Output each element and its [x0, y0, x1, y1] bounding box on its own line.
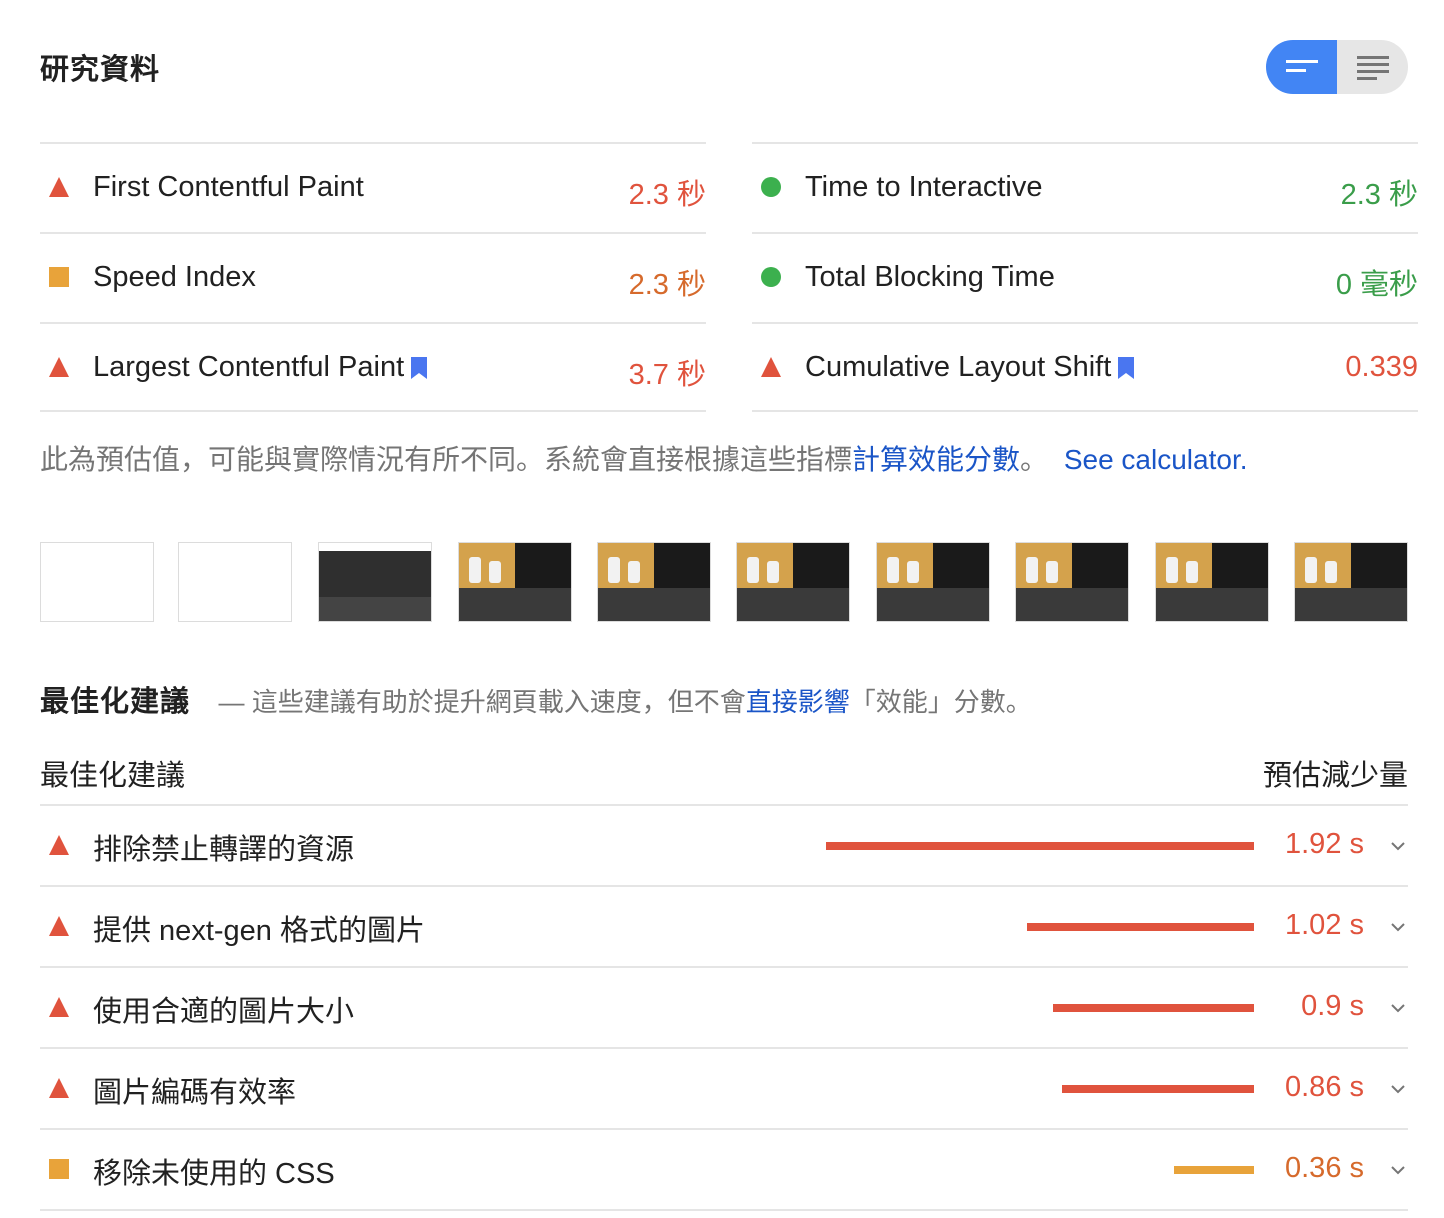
- metric-value: 2.3 秒: [628, 269, 706, 301]
- savings-value: 0.86 s: [1285, 1071, 1364, 1103]
- metrics-column-left: First Contentful Paint 2.3 秒 Speed Index…: [40, 142, 706, 412]
- savings-bar: [1174, 1166, 1254, 1174]
- metric-value: 0 毫秒: [1335, 269, 1418, 301]
- metric-value: 2.3 秒: [1340, 179, 1418, 211]
- filmstrip: [40, 542, 1408, 622]
- metric-row: Total Blocking Time 0 毫秒: [752, 232, 1418, 322]
- opportunity-row[interactable]: 移除未使用的 CSS 0.36 s: [40, 1130, 1408, 1211]
- direct-impact-link[interactable]: 直接影響: [746, 687, 850, 717]
- metric-value: 2.3 秒: [628, 179, 706, 211]
- metric-row: Time to Interactive 2.3 秒: [752, 142, 1418, 232]
- opportunity-row[interactable]: 圖片編碼有效率 0.86 s: [40, 1049, 1408, 1130]
- see-calculator-link[interactable]: See calculator.: [1064, 444, 1248, 475]
- opportunity-row[interactable]: 使用合適的圖片大小 0.9 s: [40, 968, 1408, 1049]
- column-header-savings: 預估減少量: [1262, 760, 1408, 792]
- opportunity-title: 移除未使用的 CSS: [93, 1158, 335, 1190]
- green-circle-icon: [761, 177, 781, 197]
- filmstrip-frame-dark: [318, 542, 432, 622]
- metric-row: Largest Contentful Paint 3.7 秒: [40, 322, 706, 412]
- red-triangle-icon: [49, 1078, 69, 1098]
- savings-value: 1.02 s: [1285, 909, 1364, 941]
- opportunity-title: 提供 next-gen 格式的圖片: [93, 915, 425, 947]
- red-triangle-icon: [49, 997, 69, 1017]
- filmstrip-frame-blank: [178, 542, 292, 622]
- red-triangle-icon: [49, 177, 69, 197]
- score-calculation-link[interactable]: 計算效能分數: [852, 444, 1020, 475]
- green-circle-icon: [761, 267, 781, 287]
- opportunities-table-header: 最佳化建議 預估減少量: [40, 750, 1408, 806]
- opportunities-list: 排除禁止轉譯的資源 1.92 s 提供 next-gen 格式的圖片 1.02 …: [40, 806, 1408, 1211]
- chevron-down-icon[interactable]: [1388, 1160, 1408, 1180]
- short-lines-icon: [1285, 60, 1318, 72]
- chevron-down-icon[interactable]: [1388, 998, 1408, 1018]
- opportunities-header: 最佳化建議 — 這些建議有助於提升網頁載入速度，但不會直接影響「效能」分數。: [40, 678, 1032, 720]
- metric-name: Cumulative Layout Shift: [805, 351, 1135, 384]
- savings-value: 1.92 s: [1285, 828, 1364, 860]
- red-triangle-icon: [49, 357, 69, 377]
- metric-name: First Contentful Paint: [93, 171, 364, 203]
- bookmark-icon[interactable]: [410, 356, 428, 380]
- orange-square-icon: [49, 1159, 69, 1179]
- view-toggle[interactable]: [1266, 40, 1408, 94]
- savings-bar: [1053, 1004, 1254, 1012]
- metric-value: 3.7 秒: [628, 359, 706, 391]
- note-suffix: 。: [1020, 444, 1049, 475]
- metric-name: Total Blocking Time: [805, 261, 1055, 293]
- metrics-grid: First Contentful Paint 2.3 秒 Speed Index…: [40, 142, 1418, 412]
- red-triangle-icon: [49, 916, 69, 936]
- savings-value: 0.36 s: [1285, 1152, 1364, 1184]
- filmstrip-frame: [1015, 542, 1129, 622]
- savings-bar: [826, 842, 1254, 850]
- metric-name: Speed Index: [93, 261, 256, 293]
- section-header: 研究資料: [40, 40, 1408, 94]
- estimate-note: 此為預估值，可能與實際情況有所不同。系統會直接根據這些指標計算效能分數。 See…: [40, 438, 1248, 478]
- filmstrip-frame-blank: [40, 542, 154, 622]
- chevron-down-icon[interactable]: [1388, 836, 1408, 856]
- red-triangle-icon: [761, 357, 781, 377]
- bookmark-icon[interactable]: [1117, 356, 1135, 380]
- opportunities-description: — 這些建議有助於提升網頁載入速度，但不會直接影響「效能」分數。: [218, 687, 1032, 717]
- metric-row: Speed Index 2.3 秒: [40, 232, 706, 322]
- metrics-column-right: Time to Interactive 2.3 秒 Total Blocking…: [752, 142, 1418, 412]
- filmstrip-frame: [876, 542, 990, 622]
- column-header-opportunity: 最佳化建議: [40, 760, 186, 792]
- chevron-down-icon[interactable]: [1388, 917, 1408, 937]
- filmstrip-frame: [736, 542, 850, 622]
- list-lines-icon: [1356, 56, 1389, 80]
- opportunity-row[interactable]: 排除禁止轉譯的資源 1.92 s: [40, 806, 1408, 887]
- note-text: 此為預估值，可能與實際情況有所不同。系統會直接根據這些指標: [40, 444, 853, 475]
- savings-value: 0.9 s: [1301, 990, 1364, 1022]
- opportunity-title: 使用合適的圖片大小: [93, 996, 355, 1028]
- opportunity-row[interactable]: 提供 next-gen 格式的圖片 1.02 s: [40, 887, 1408, 968]
- opportunity-title: 圖片編碼有效率: [93, 1077, 297, 1109]
- savings-bar: [1062, 1085, 1254, 1093]
- opportunity-title: 排除禁止轉譯的資源: [93, 834, 355, 866]
- metric-row: Cumulative Layout Shift 0.339: [752, 322, 1418, 412]
- red-triangle-icon: [49, 835, 69, 855]
- metric-row: First Contentful Paint 2.3 秒: [40, 142, 706, 232]
- filmstrip-frame: [1294, 542, 1408, 622]
- orange-square-icon: [49, 267, 69, 287]
- savings-bar: [1027, 923, 1254, 931]
- filmstrip-frame: [1155, 542, 1269, 622]
- summary-view-button[interactable]: [1266, 40, 1337, 94]
- filmstrip-frame: [597, 542, 711, 622]
- chevron-down-icon[interactable]: [1388, 1079, 1408, 1099]
- metric-value: 0.339: [1345, 351, 1418, 383]
- filmstrip-frame: [458, 542, 572, 622]
- opportunities-title: 最佳化建議: [40, 686, 191, 718]
- metric-name: Largest Contentful Paint: [93, 351, 428, 384]
- section-title: 研究資料: [40, 54, 161, 86]
- detailed-view-button[interactable]: [1337, 40, 1408, 94]
- metric-name: Time to Interactive: [805, 171, 1043, 203]
